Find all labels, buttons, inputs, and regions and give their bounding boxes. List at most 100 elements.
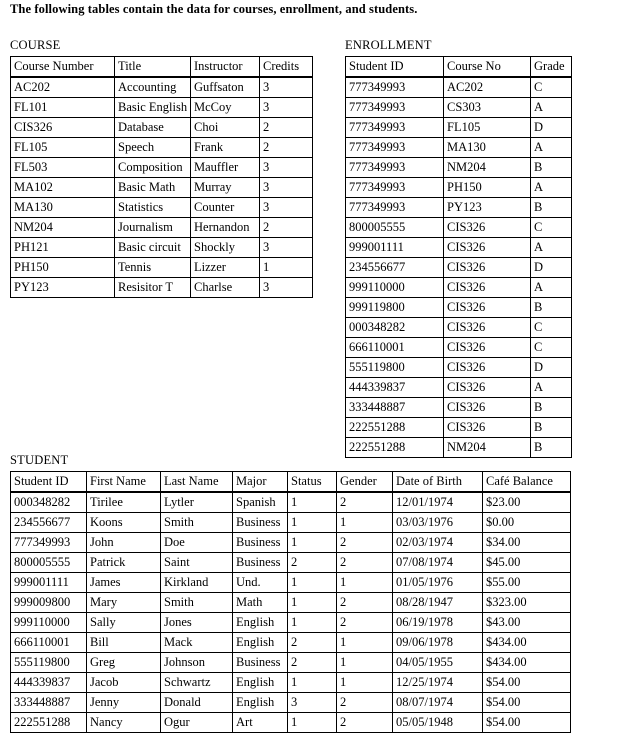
table-cell: 800005555 [345,217,444,238]
table-cell: 999009800 [10,592,87,613]
table-cell: 333448887 [10,692,87,713]
table-cell: 08/28/1947 [392,592,483,613]
table-cell: Lytler [160,491,233,513]
table-row: 333448887 Jenny Donald English 3 2 08/07/1974 $… [10,692,571,713]
document-page: The following tables contain the data fo… [0,0,637,744]
table-row: 999110000 CIS326 A [345,277,572,298]
table-cell: Tennis [114,257,191,278]
table-cell: A [530,97,572,118]
table-cell: English [232,632,288,653]
table-cell: B [530,297,572,318]
table-cell: Patrick [86,552,161,573]
table-cell: B [530,437,572,458]
table-cell: Resisitor T [114,277,191,298]
table-cell: Charlse [190,277,260,298]
table-row: MA102 Basic Math Murray 3 [10,177,313,198]
table-cell: 777349993 [345,177,444,198]
table-cell: 555119800 [345,357,444,378]
table-cell: CIS326 [443,377,531,398]
course-header-instructor: Instructor [190,56,260,78]
table-cell: 777349993 [345,197,444,218]
table-cell: A [530,137,572,158]
table-cell: 777349993 [345,137,444,158]
table-header-row: Course Number Title Instructor Credits [10,56,313,78]
table-cell: Art [232,712,288,733]
table-cell: 777349993 [345,117,444,138]
table-cell: 2 [336,612,393,633]
table-header-row: Student ID First Name Last Name Major Status… [10,471,571,493]
intro-paragraph: The following tables contain the data fo… [10,2,418,16]
table-cell: A [530,237,572,258]
table-cell: B [530,197,572,218]
table-cell: Schwartz [160,672,233,693]
table-cell: 222551288 [10,712,87,733]
table-row: 000348282 Tirilee Lytler Spanish 1 2 12/01/197… [10,491,571,513]
table-cell: 666110001 [10,632,87,653]
enrollment-header-student-id: Student ID [345,56,444,78]
student-header-gender: Gender [336,471,393,493]
table-cell: CIS326 [443,217,531,238]
table-cell: 1 [336,652,393,673]
table-cell: $54.00 [482,692,571,713]
table-cell: Ogur [160,712,233,733]
table-cell: D [530,117,572,138]
table-cell: 444339837 [10,672,87,693]
table-cell: Saint [160,552,233,573]
table-cell: 222551288 [345,437,444,458]
table-row: 234556677 CIS326 D [345,257,572,278]
table-cell: A [530,177,572,198]
table-cell: Und. [232,572,288,593]
table-cell: 09/06/1978 [392,632,483,653]
enrollment-table-body: 777349993 AC202 C 777349993 CS303 A 777349993 F… [345,76,572,458]
table-row: CIS326 Database Choi 2 [10,117,313,138]
table-cell: FL105 [10,137,115,158]
table-row: AC202 Accounting Guffsaton 3 [10,76,313,98]
table-cell: B [530,417,572,438]
table-cell: Business [232,512,288,533]
student-header-date-of-birth: Date of Birth [392,471,483,493]
table-cell: CIS326 [443,357,531,378]
table-cell: 777349993 [345,157,444,178]
table-cell: CIS326 [443,337,531,358]
table-cell: 999001111 [345,237,444,258]
table-row: NM204 Journalism Hernandon 2 [10,217,313,238]
table-cell: 02/03/1974 [392,532,483,553]
table-row: 222551288 NM204 B [345,437,572,458]
student-header-last-name: Last Name [160,471,233,493]
table-cell: 1 [336,512,393,533]
table-cell: $43.00 [482,612,571,633]
table-cell: 08/07/1974 [392,692,483,713]
table-row: 999110000 Sally Jones English 1 2 06/19/1978 $4… [10,612,571,633]
student-table-body: 000348282 Tirilee Lytler Spanish 1 2 12/01/197… [10,491,571,733]
table-cell: 1 [287,592,337,613]
table-row: 999001111 CIS326 A [345,237,572,258]
table-cell: PH121 [10,237,115,258]
course-table: Course Number Title Instructor Credits AC20… [10,56,313,298]
table-cell: Smith [160,512,233,533]
table-cell: 2 [259,117,313,138]
student-table: Student ID First Name Last Name Major Status… [10,471,571,733]
table-cell: 1 [259,257,313,278]
table-cell: 2 [287,552,337,573]
table-cell: Journalism [114,217,191,238]
table-cell: 03/03/1976 [392,512,483,533]
table-cell: CIS326 [443,237,531,258]
table-cell: CIS326 [10,117,115,138]
student-header-first-name: First Name [86,471,161,493]
table-row: PY123 Resisitor T Charlse 3 [10,277,313,298]
table-cell: Murray [190,177,260,198]
table-cell: CS303 [443,97,531,118]
table-cell: CIS326 [443,417,531,438]
table-row: 555119800 Greg Johnson Business 2 1 04/05/1955… [10,652,571,673]
table-cell: Johnson [160,652,233,673]
table-cell: 3 [287,692,337,713]
table-row: 777349993 PH150 A [345,177,572,198]
table-cell: Jacob [86,672,161,693]
table-cell: English [232,692,288,713]
table-cell: 1 [336,632,393,653]
student-header-major: Major [232,471,288,493]
table-cell: NM204 [443,157,531,178]
table-cell: B [530,397,572,418]
table-cell: 1 [287,491,337,513]
table-cell: Composition [114,157,191,178]
